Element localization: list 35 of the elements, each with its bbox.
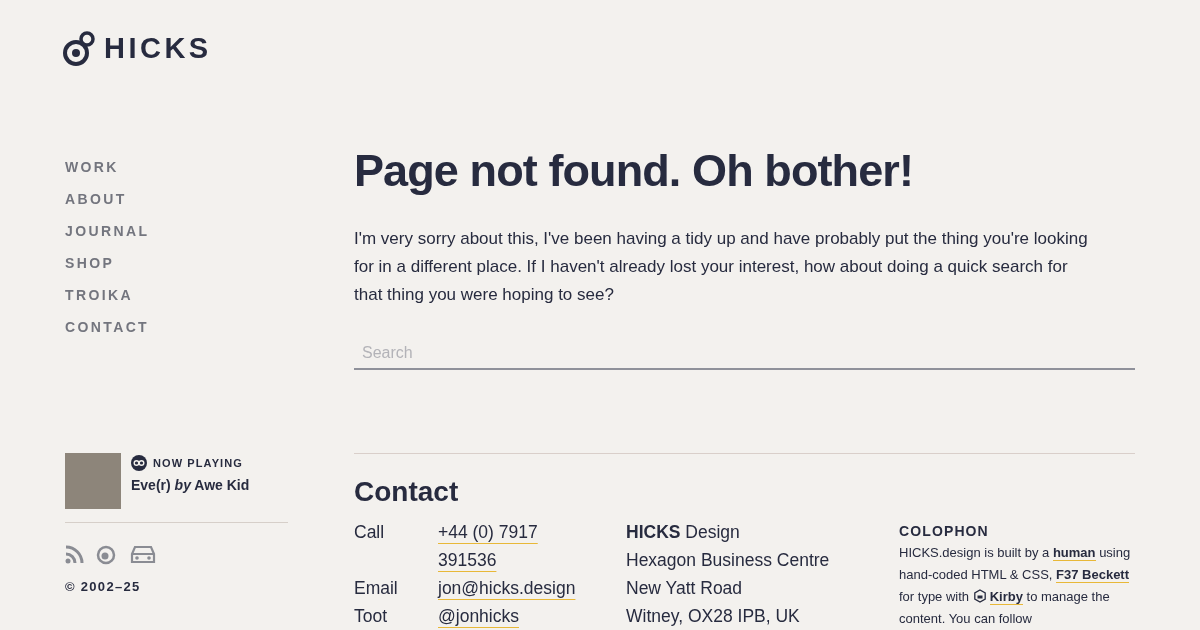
nav-link[interactable]: SHOP xyxy=(65,253,115,273)
logo-text[interactable]: HICKS xyxy=(104,27,212,71)
nav-link[interactable]: WORK xyxy=(65,157,119,177)
nav-link[interactable]: CONTACT xyxy=(65,317,150,337)
copyright-text: © 2002–25 xyxy=(65,578,142,596)
contact-label: Toot xyxy=(354,605,389,628)
intro-paragraph: I'm very sorry about this, I've been having a tidy up and have probably put the thing you're looking for in a different place. If I haven't already lost your interest, how about doing a quick search for that thing you were hoping to see? xyxy=(354,228,1089,306)
album-art-placeholder xyxy=(65,453,121,509)
address-line: HICKS Design xyxy=(626,521,741,544)
address-line: New Yatt Road xyxy=(626,577,744,600)
page-heading: Page not found. Oh bother! xyxy=(354,145,915,197)
track-title[interactable]: Eve(r) by Awe Kid xyxy=(131,474,250,496)
contact-label: Call xyxy=(354,521,386,544)
nav-link[interactable]: TROIKA xyxy=(65,285,133,305)
contact-label: Email xyxy=(354,577,399,600)
car-icon[interactable] xyxy=(130,544,156,564)
colophon-link[interactable]: F37 Beckett xyxy=(1056,567,1130,583)
hexagon-icon xyxy=(972,589,987,603)
eye-icon[interactable] xyxy=(96,543,118,565)
colophon-paragraph: HICKS.design is built by a human using hand-coded HTML & CSS, F37 Beckett for type with Kirby to manage the content. You can follow xyxy=(899,544,1132,628)
contact-detail-link[interactable]: jon@hicks.design xyxy=(438,574,598,602)
colophon-link[interactable]: human xyxy=(1052,545,1096,561)
colophon-heading: COLOPHON xyxy=(899,522,990,541)
colophon-link[interactable]: Kirby xyxy=(989,589,1023,605)
address-line: Witney, OX28 IPB, UK xyxy=(626,605,801,628)
logo-icon xyxy=(62,29,96,68)
address-line: Hexagon Business Centre xyxy=(626,549,831,572)
nav-link[interactable]: JOURNAL xyxy=(65,221,150,241)
contact-detail-link[interactable]: @jonhicks xyxy=(438,602,598,630)
rss-icon[interactable] xyxy=(65,544,84,564)
search-field[interactable]: Search xyxy=(354,337,1135,370)
now-playing-label: NOW PLAYING xyxy=(153,456,243,471)
nav-link[interactable]: ABOUT xyxy=(65,189,127,209)
contact-heading: Contact xyxy=(354,475,460,509)
music-service-icon xyxy=(131,455,147,472)
